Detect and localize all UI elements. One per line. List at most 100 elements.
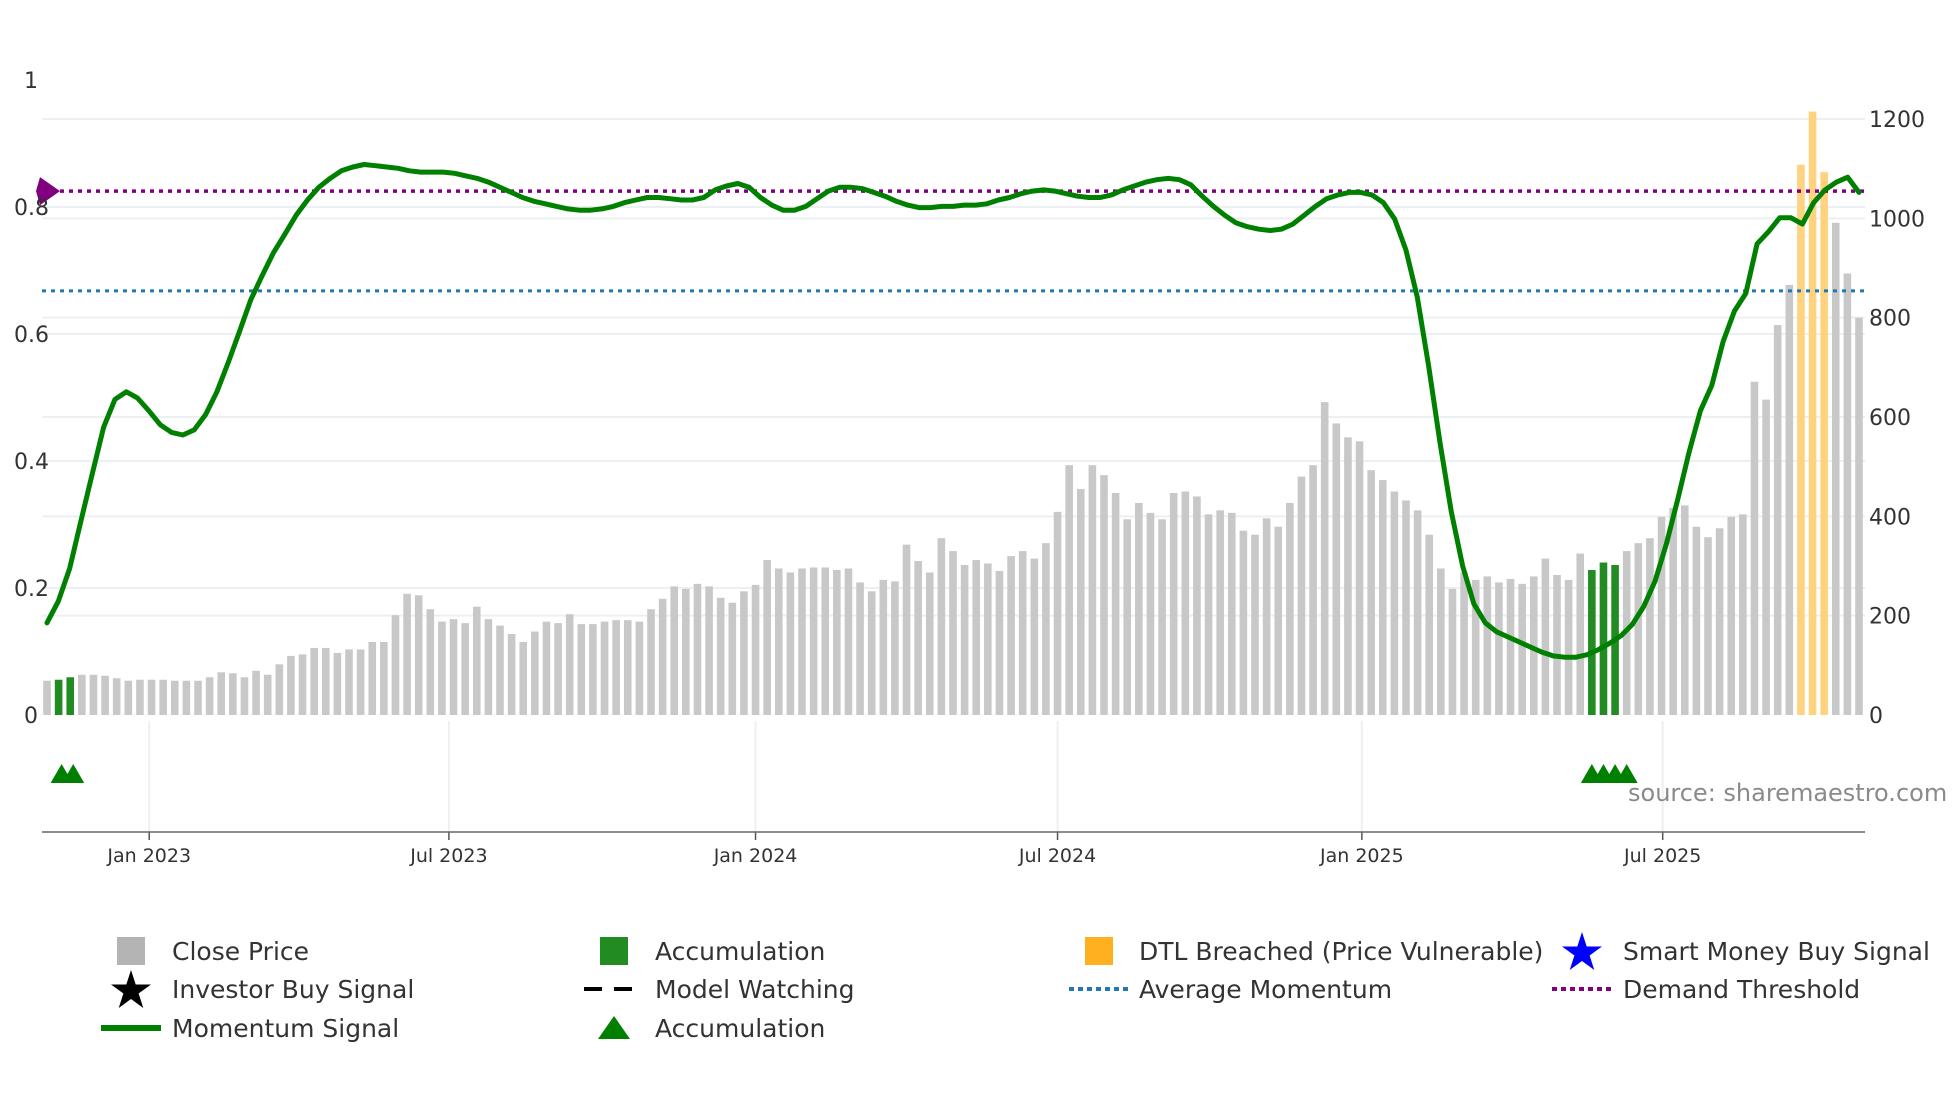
close-price-bar (821, 567, 830, 715)
close-price-bar (89, 674, 98, 715)
close-price-bar (705, 586, 713, 715)
legend-label: Momentum Signal (172, 1014, 399, 1043)
right-tick-label: 600 (1869, 406, 1911, 431)
close-price-bar (438, 621, 446, 715)
gray-square-icon (117, 937, 145, 965)
right-tick-label: 1000 (1869, 207, 1925, 232)
right-tick-label: 200 (1869, 605, 1911, 630)
close-price-bar (914, 561, 922, 715)
close-price-bar (774, 568, 783, 715)
close-price-bar (1193, 496, 1201, 715)
close-price-bar (380, 641, 388, 715)
close-price-bar (1332, 423, 1341, 715)
close-price-bar (484, 619, 493, 715)
close-price-bar (414, 595, 423, 715)
close-price-bar (1773, 325, 1782, 715)
close-price-bar (205, 677, 214, 715)
close-price-bar (170, 680, 179, 715)
close-price-bar (786, 572, 795, 715)
close-price-bar (635, 621, 644, 715)
close-price-bar (1251, 534, 1259, 715)
close-price-bar (449, 619, 458, 715)
close-price-bar (507, 634, 516, 715)
x-tick-label: Jul 2025 (1623, 845, 1701, 867)
right-tick-label: 400 (1869, 505, 1911, 530)
close-price-bar (809, 567, 818, 715)
momentum-price-chart: 0 0.2 0.4 0.6 0.8 1 0 200 400 600 800 1000 1200 Jan 2… (14, 69, 1947, 1043)
close-price-bar (356, 649, 365, 715)
close-price-bar (589, 624, 597, 715)
close-price-bar (1204, 514, 1213, 715)
close-price-bar (1169, 492, 1178, 715)
close-price-bar (1088, 465, 1097, 715)
dtl-breached-bar (1820, 172, 1828, 716)
legend-item: Smart Money Buy Signal (1562, 932, 1930, 970)
close-price-bar (1111, 492, 1120, 715)
accumulation-bar (66, 677, 75, 715)
close-price-bar (1378, 480, 1387, 715)
accumulation-bar (54, 679, 63, 715)
accumulation-markers (50, 764, 1638, 783)
close-price-bar (1367, 470, 1375, 715)
close-price-bar (1646, 538, 1654, 715)
close-price-bar (670, 586, 679, 715)
legend-item: Average Momentum (1069, 975, 1392, 1004)
close-price-bars (43, 111, 1863, 716)
legend-item: Close Price (117, 937, 309, 966)
close-price-bar (1065, 465, 1073, 715)
close-price-bar (1123, 519, 1132, 715)
legend-label: Accumulation (655, 937, 825, 966)
close-price-bar (472, 606, 481, 715)
close-price-bar (426, 609, 435, 715)
close-price-bar (1262, 518, 1271, 715)
legend-item: Model Watching (584, 975, 855, 1004)
close-price-bar (496, 625, 504, 715)
close-price-bar (1390, 491, 1399, 715)
close-price-bar (1239, 530, 1248, 715)
close-price-bar (1564, 579, 1573, 715)
close-price-bar (728, 602, 737, 715)
close-price-bar (1739, 514, 1747, 715)
close-price-bar (1541, 558, 1550, 715)
left-tick-label: 0 (24, 704, 38, 729)
triangle-icon (598, 1016, 630, 1039)
close-price-bar (182, 680, 191, 715)
close-price-bar (1425, 534, 1434, 715)
close-price-bar (1483, 576, 1492, 715)
close-price-bar (1680, 505, 1689, 715)
legend-label: Accumulation (655, 1014, 825, 1043)
close-price-bar (1030, 558, 1039, 715)
close-price-bar (1076, 489, 1085, 715)
legend-label: Smart Money Buy Signal (1623, 937, 1930, 966)
close-price-bar (1146, 512, 1155, 715)
close-price-bar (112, 678, 121, 715)
close-price-bar (1495, 582, 1503, 715)
legend-label: Investor Buy Signal (172, 975, 414, 1004)
close-price-bar (647, 609, 655, 715)
close-price-bar (519, 641, 528, 715)
close-price-bar (1216, 510, 1224, 715)
close-price-bar (844, 568, 853, 715)
legend-label: DTL Breached (Price Vulnerable) (1139, 937, 1543, 966)
close-price-bar (658, 598, 667, 715)
close-price-bar (298, 654, 307, 715)
legend-item: Investor Buy Signal (111, 970, 414, 1008)
close-price-bar (995, 570, 1004, 715)
close-price-bar (763, 560, 771, 715)
close-price-bar (972, 560, 981, 715)
watermark: source: sharemaestro.com (1628, 779, 1947, 807)
close-price-bar (1286, 502, 1294, 715)
accumulation-bar (1599, 562, 1608, 715)
close-price-bar (333, 652, 342, 715)
left-tick-label: 0.6 (14, 323, 49, 348)
left-tick-label: 0.4 (14, 450, 49, 475)
close-price-bar (856, 582, 864, 715)
close-price-bar (1309, 465, 1317, 715)
close-price-bar (310, 647, 318, 715)
star-icon (1562, 932, 1602, 970)
close-price-bar (891, 581, 899, 715)
close-price-bar (1413, 510, 1422, 715)
close-price-bar (833, 569, 841, 715)
left-tick-label: 0.2 (14, 577, 49, 602)
left-tick-label: 0.8 (14, 196, 49, 221)
